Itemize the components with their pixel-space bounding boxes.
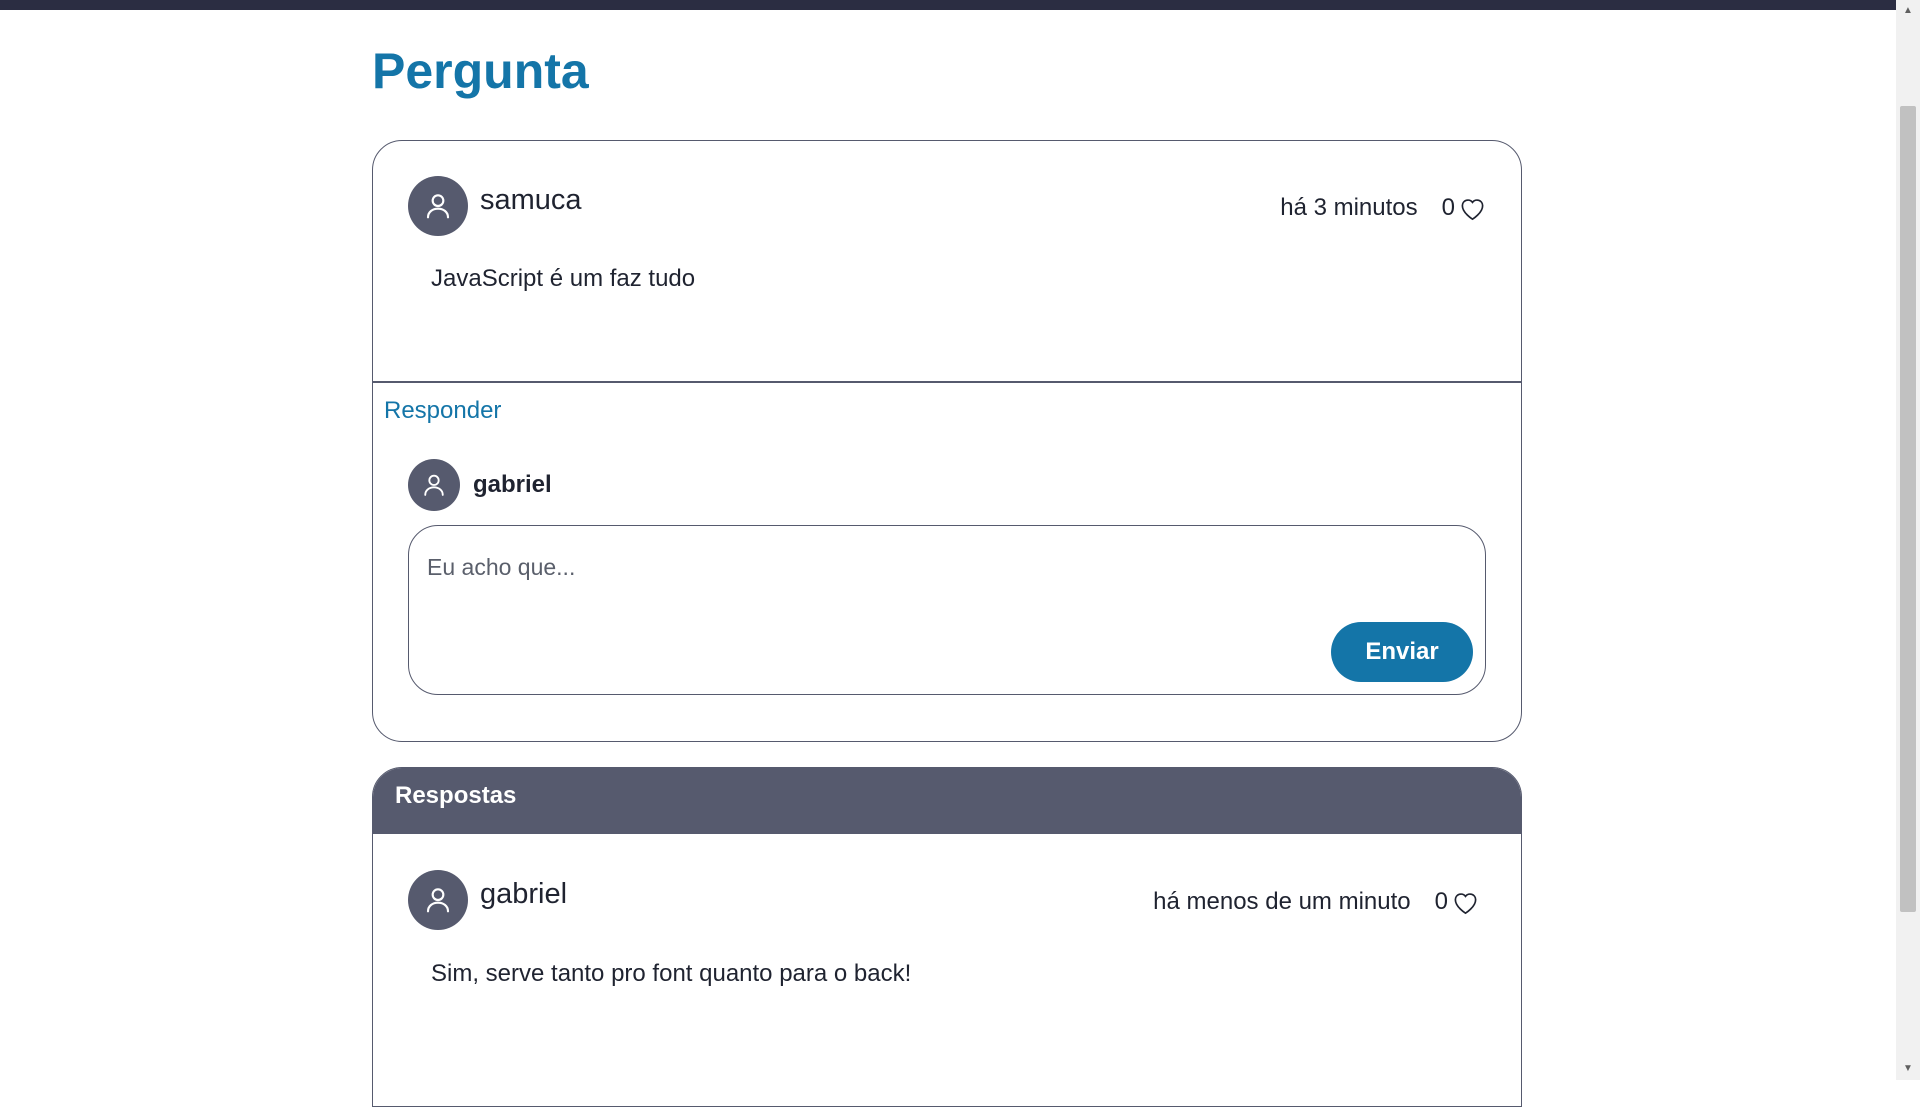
reply-user-name: gabriel — [473, 471, 552, 498]
answer-meta: há menos de um minuto 0 — [1153, 888, 1479, 916]
avatar — [408, 870, 468, 930]
scroll-up-arrow-icon[interactable]: ▲ — [1896, 0, 1920, 22]
question-card: samuca há 3 minutos 0 JavaScript é um fa… — [372, 140, 1522, 742]
question-meta: há 3 minutos 0 — [1280, 194, 1486, 222]
question-header: samuca há 3 minutos 0 — [408, 176, 1486, 236]
user-icon — [424, 474, 444, 496]
question-text: JavaScript é um faz tudo — [431, 265, 696, 292]
reply-user: gabriel — [408, 459, 552, 511]
answers-card: Respostas gabriel há menos de um minuto … — [372, 767, 1522, 1107]
answers-title: Respostas — [395, 782, 517, 809]
user-icon — [426, 194, 450, 219]
page-title: Pergunta — [372, 43, 589, 99]
answer-time: há menos de um minuto — [1153, 888, 1411, 915]
reply-link[interactable]: Responder — [384, 397, 501, 425]
scrollbar[interactable]: ▲ ▼ — [1896, 0, 1920, 1080]
answer-item: gabriel há menos de um minuto 0 Sim, ser… — [373, 834, 1521, 1094]
top-bar — [0, 0, 1896, 10]
scrollbar-thumb[interactable] — [1900, 106, 1916, 912]
answers-header: Respostas — [373, 768, 1521, 834]
like-count: 0 — [1434, 888, 1448, 915]
answer-author[interactable]: gabriel — [480, 878, 567, 911]
like-count: 0 — [1441, 194, 1455, 221]
heart-icon[interactable] — [1459, 196, 1486, 221]
like-button[interactable]: 0 — [1442, 194, 1486, 222]
heart-icon[interactable] — [1452, 890, 1479, 915]
like-button[interactable]: 0 — [1435, 888, 1479, 916]
reply-box: Enviar — [408, 525, 1486, 695]
scroll-down-arrow-icon[interactable]: ▼ — [1896, 1058, 1920, 1080]
reply-input[interactable] — [425, 546, 1329, 588]
send-button[interactable]: Enviar — [1331, 622, 1473, 682]
answer-header: gabriel há menos de um minuto 0 — [408, 870, 1479, 930]
question-time: há 3 minutos — [1280, 194, 1418, 221]
question-author[interactable]: samuca — [480, 184, 582, 217]
user-icon — [426, 888, 450, 913]
divider — [373, 381, 1521, 383]
avatar — [408, 459, 460, 511]
answer-text: Sim, serve tanto pro font quanto para o … — [431, 960, 912, 987]
avatar — [408, 176, 468, 236]
